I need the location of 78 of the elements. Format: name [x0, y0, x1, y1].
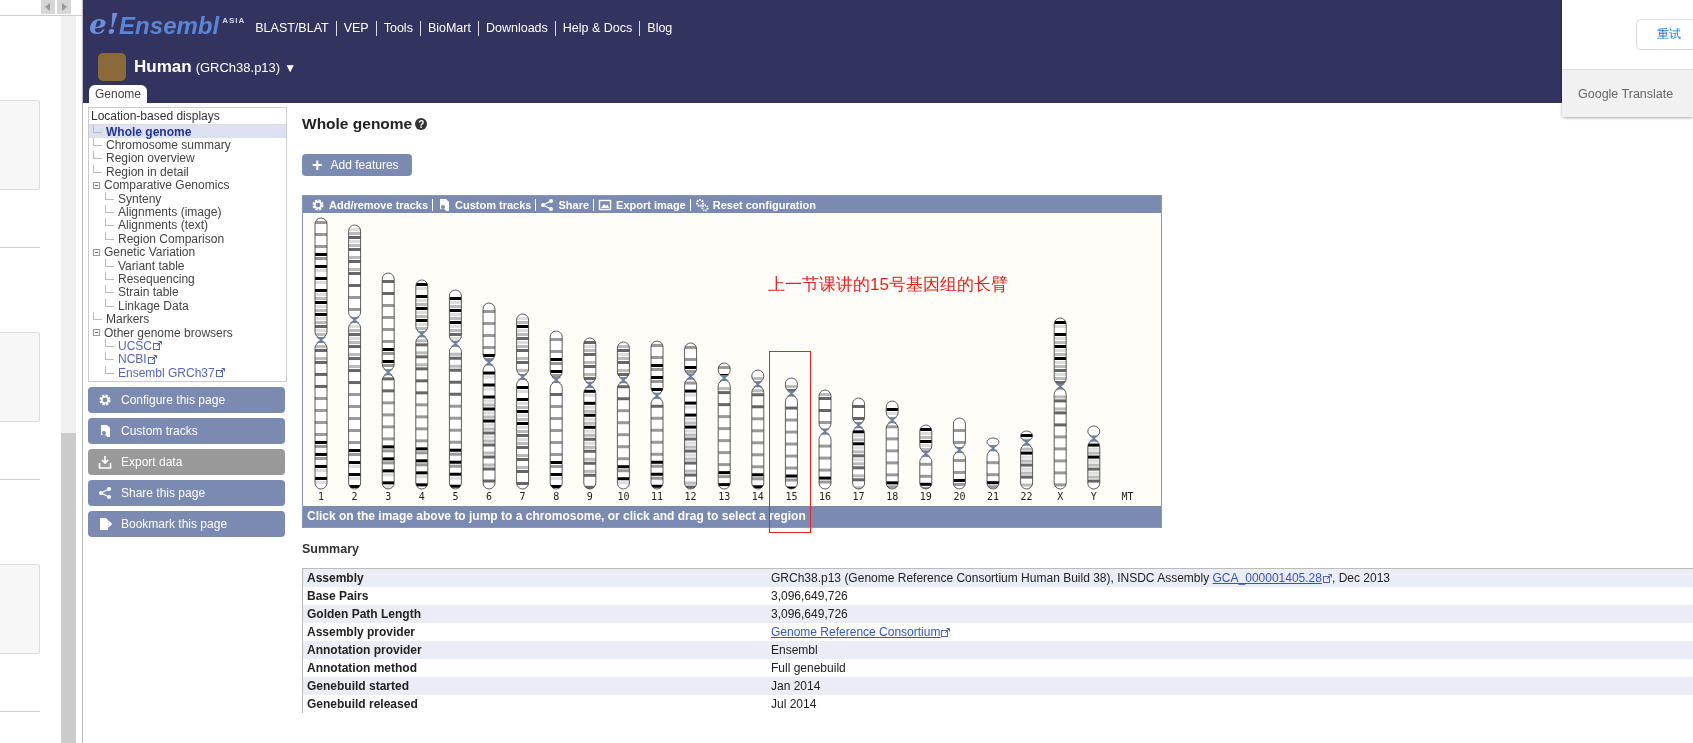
- tree-item[interactable]: Chromosome summary: [106, 138, 231, 153]
- chromosome-label[interactable]: X: [1057, 491, 1064, 502]
- species-name[interactable]: Human: [134, 57, 192, 77]
- table-cell-text: Assembly provider: [306, 625, 417, 639]
- chromosome-label[interactable]: Y: [1090, 491, 1097, 502]
- table-cell-text: Annotation method: [306, 661, 418, 675]
- nav-link[interactable]: Tools: [376, 21, 420, 35]
- cell-text: Jan 2014: [771, 679, 821, 693]
- tree-item[interactable]: Region overview: [106, 151, 195, 166]
- caret-icon[interactable]: ▼: [284, 61, 297, 75]
- tree-item[interactable]: Linkage Data: [118, 298, 189, 313]
- section-heading: Summary: [302, 542, 360, 556]
- chromosome-label[interactable]: 3: [385, 491, 392, 502]
- nav-link[interactable]: Blog: [640, 21, 680, 35]
- link[interactable]: Genome Reference Consortium: [771, 625, 941, 639]
- cell-text: Jul 2014: [771, 697, 817, 711]
- nav-link[interactable]: Help & Docs: [555, 21, 640, 35]
- tree-item[interactable]: Alignments (image): [118, 205, 222, 220]
- chromosome-label[interactable]: 20: [953, 491, 966, 502]
- tree-item[interactable]: Region Comparison: [118, 231, 225, 246]
- help-icon[interactable]: ?: [415, 118, 428, 130]
- chromosome-label[interactable]: 5: [452, 491, 459, 502]
- retry-button[interactable]: 重试: [1636, 19, 1693, 50]
- nav-link[interactable]: BioMart: [420, 21, 478, 35]
- tree-item[interactable]: NCBI: [118, 352, 147, 367]
- chromosome-label[interactable]: 19: [919, 491, 932, 502]
- chromosome-label[interactable]: 21: [987, 491, 999, 502]
- tab[interactable]: Genome: [89, 85, 148, 103]
- assembly-name: (GRCh38.p13): [195, 60, 281, 75]
- table-cell-text: Genebuild released: [306, 697, 419, 711]
- table-cell-text: Genebuild started: [306, 679, 411, 693]
- chromosome-label[interactable]: 18: [886, 491, 899, 502]
- tree-item[interactable]: Strain table: [118, 285, 179, 300]
- annotation-text: 上一节课讲的15号基因组的长臂: [768, 274, 1008, 296]
- cell-text: GRCh38.p13 (Genome Reference Consortium Human Build 38), INSDC Assembly: [771, 571, 1211, 585]
- page-title: Whole genome: [302, 115, 413, 133]
- chromosome-label[interactable]: 15: [785, 491, 798, 502]
- tree-item[interactable]: Other genome browsers: [104, 325, 233, 340]
- nav-link[interactable]: BLAST/BLAT: [255, 21, 336, 35]
- chromosome-label[interactable]: 9: [586, 491, 593, 502]
- chromosome-label[interactable]: 13: [718, 491, 731, 502]
- cell-text: Ensembl: [771, 643, 818, 657]
- chromosome-label[interactable]: 6: [486, 491, 492, 502]
- tree-item[interactable]: Markers: [106, 312, 150, 327]
- cell-text: , Dec 2013: [1331, 571, 1390, 585]
- chromosome-label[interactable]: 14: [751, 491, 764, 502]
- tree-item[interactable]: Comparative Genomics: [104, 178, 230, 193]
- chromosome-label[interactable]: 2: [351, 491, 358, 502]
- tree-item[interactable]: Resequencing: [118, 272, 195, 286]
- chromosome-label[interactable]: 1: [318, 491, 324, 502]
- nav-link[interactable]: Downloads: [478, 21, 555, 35]
- cell-text: 3,096,649,726: [771, 589, 848, 603]
- chromosome-label[interactable]: 12: [684, 491, 697, 502]
- panel-caption: Click on the image above to jump to a chromosome, or click and drag to select a region: [303, 506, 1161, 527]
- tree-item[interactable]: Region in detail: [106, 164, 189, 179]
- table-cell-text: Assembly: [306, 571, 365, 585]
- chromosome-label[interactable]: 7: [519, 491, 526, 502]
- table-cell-text: Golden Path Length: [306, 607, 422, 621]
- chromosome-label[interactable]: 17: [852, 491, 865, 502]
- cell-text: 3,096,649,726: [771, 607, 848, 621]
- table-cell-text: Base Pairs: [306, 589, 370, 603]
- nav-link[interactable]: VEP: [336, 21, 376, 35]
- brand-text: Google Translate: [1578, 86, 1674, 101]
- tree-item[interactable]: Synteny: [118, 191, 162, 206]
- chromosome-label[interactable]: 22: [1020, 491, 1033, 502]
- tree-item[interactable]: Variant table: [118, 258, 185, 273]
- tree-item[interactable]: Genetic Variation: [104, 245, 196, 260]
- chromosome-label[interactable]: MT: [1121, 491, 1134, 502]
- cell-text: Full genebuild: [771, 661, 846, 675]
- chromosome-label[interactable]: 4: [418, 491, 425, 502]
- link[interactable]: GCA_000001405.28: [1212, 571, 1322, 585]
- tree-item[interactable]: Alignments (text): [118, 218, 209, 233]
- chromosome-label[interactable]: 10: [617, 491, 630, 502]
- tree-item[interactable]: Ensembl GRCh37: [118, 365, 215, 380]
- chromosome-label[interactable]: 16: [819, 491, 831, 502]
- table-cell-text: Annotation provider: [306, 643, 423, 657]
- chromosome-label[interactable]: 11: [651, 491, 663, 502]
- chromosome-label[interactable]: 8: [553, 491, 560, 502]
